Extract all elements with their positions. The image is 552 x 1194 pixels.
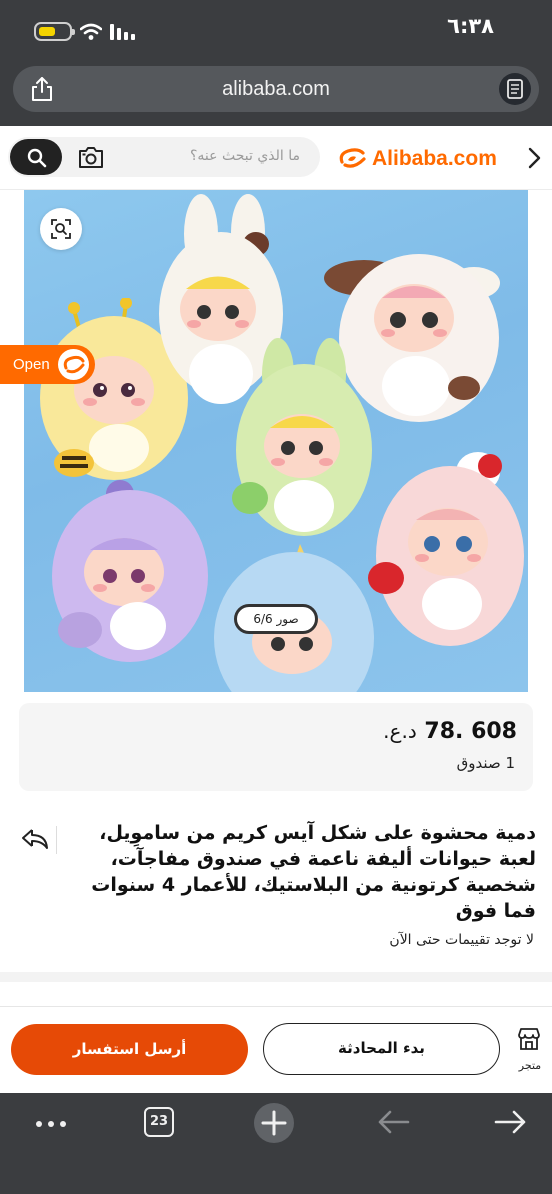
browser-toolbar: 23 bbox=[0, 1093, 552, 1194]
status-bar: ٦:٣٨ bbox=[0, 0, 552, 60]
reader-mode-button[interactable] bbox=[499, 73, 531, 105]
back-arrow-icon[interactable] bbox=[376, 1109, 410, 1135]
image-counter: صور 6/6 bbox=[234, 604, 318, 634]
section-separator bbox=[0, 972, 552, 982]
url-text[interactable]: alibaba.com bbox=[13, 78, 539, 101]
wifi-icon bbox=[80, 23, 102, 40]
product-title: دمية محشوة على شكل آيس كريم من ساموِيل، … bbox=[91, 822, 536, 922]
browser-top-chrome: ٦:٣٨ alibaba.com bbox=[0, 0, 552, 126]
purple-doll bbox=[52, 480, 208, 662]
green-bunny-doll bbox=[232, 338, 372, 536]
price-currency: د.ع. bbox=[383, 719, 417, 743]
signal-icon bbox=[110, 24, 135, 40]
open-app-button[interactable]: Open bbox=[0, 345, 95, 384]
chevron-right-icon[interactable] bbox=[526, 146, 542, 170]
plus-icon bbox=[261, 1110, 287, 1136]
search-bar[interactable]: ما الذي تبحث عنه؟ bbox=[8, 137, 320, 177]
pink-doll bbox=[368, 452, 524, 646]
alibaba-logo-icon bbox=[339, 148, 366, 168]
status-time: ٦:٣٨ bbox=[447, 14, 494, 38]
alibaba-logo-text: Alibaba.com bbox=[372, 147, 497, 170]
price-card: 608 .78 د.ع. 1 صندوق bbox=[19, 703, 533, 791]
tabs-button[interactable]: 23 bbox=[144, 1107, 174, 1137]
open-label: Open bbox=[13, 356, 50, 373]
price-value: 608 .78 bbox=[424, 719, 517, 744]
store-label[interactable]: متجر bbox=[510, 1059, 550, 1072]
reader-icon bbox=[507, 79, 523, 99]
battery-icon bbox=[34, 22, 75, 41]
divider bbox=[56, 826, 57, 854]
new-tab-button[interactable] bbox=[254, 1103, 294, 1143]
camera-search-icon[interactable] bbox=[78, 145, 104, 169]
forward-arrow-icon[interactable] bbox=[494, 1109, 528, 1135]
price: 608 .78 د.ع. bbox=[383, 719, 517, 744]
send-inquiry-button[interactable]: أرسل استفسار bbox=[11, 1024, 248, 1075]
alibaba-app-icon bbox=[58, 349, 89, 380]
product-image[interactable]: صور 6/6 bbox=[24, 190, 528, 692]
alibaba-logo[interactable]: Alibaba.com bbox=[336, 146, 497, 172]
reviews-status: لا توجد تقييمات حتى الآن bbox=[389, 932, 534, 948]
start-chat-button[interactable]: بدء المحادثة bbox=[263, 1023, 500, 1075]
search-input[interactable]: ما الذي تبحث عنه؟ bbox=[190, 148, 300, 164]
share-arrow-icon[interactable] bbox=[20, 827, 50, 851]
action-bar: أرسل استفسار بدء المحادثة متجر bbox=[0, 1007, 552, 1093]
store-icon[interactable] bbox=[517, 1027, 541, 1051]
address-bar[interactable]: alibaba.com bbox=[13, 66, 539, 112]
search-button[interactable] bbox=[10, 139, 62, 175]
min-order-quantity: 1 صندوق bbox=[456, 754, 515, 772]
more-options-icon[interactable] bbox=[34, 1119, 68, 1129]
search-icon bbox=[27, 148, 47, 168]
image-search-icon bbox=[51, 219, 71, 239]
image-search-button[interactable] bbox=[40, 208, 82, 250]
